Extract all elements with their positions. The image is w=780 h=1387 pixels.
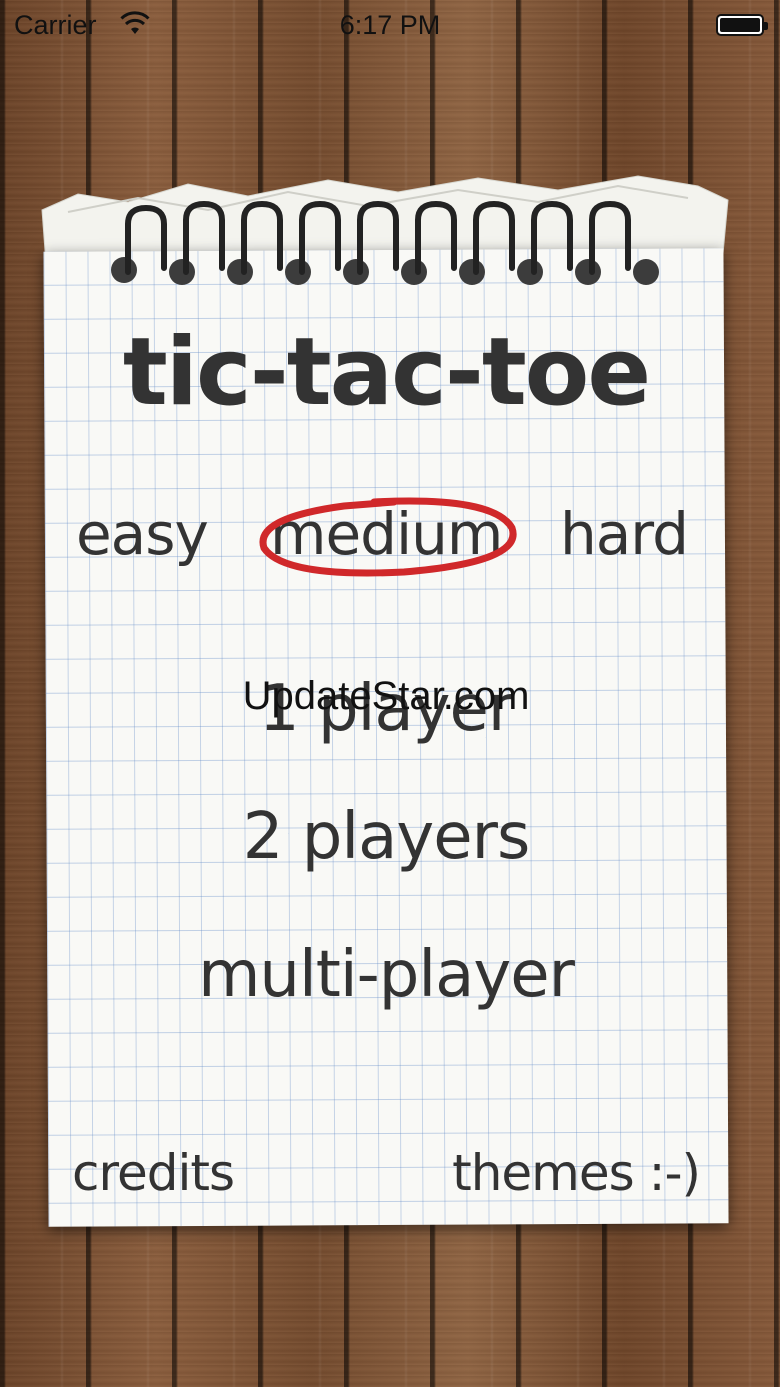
watermark: UpdateStar.com bbox=[242, 674, 530, 718]
difficulty-medium[interactable]: medium bbox=[270, 500, 503, 568]
status-bar: Carrier 6:17 PM bbox=[0, 0, 780, 52]
themes-link[interactable]: themes :-) bbox=[452, 1144, 701, 1202]
difficulty-hard[interactable]: hard bbox=[560, 500, 689, 568]
battery-icon bbox=[716, 14, 768, 36]
spiral-binding bbox=[111, 200, 659, 285]
two-players-button[interactable]: 2 players bbox=[46, 800, 726, 874]
clock: 6:17 PM bbox=[339, 10, 441, 40]
app-title: tic-tac-toe bbox=[122, 318, 651, 427]
difficulty-easy[interactable]: easy bbox=[76, 500, 209, 568]
multi-player-button[interactable]: multi-player bbox=[46, 938, 726, 1012]
credits-link[interactable]: credits bbox=[72, 1144, 235, 1202]
